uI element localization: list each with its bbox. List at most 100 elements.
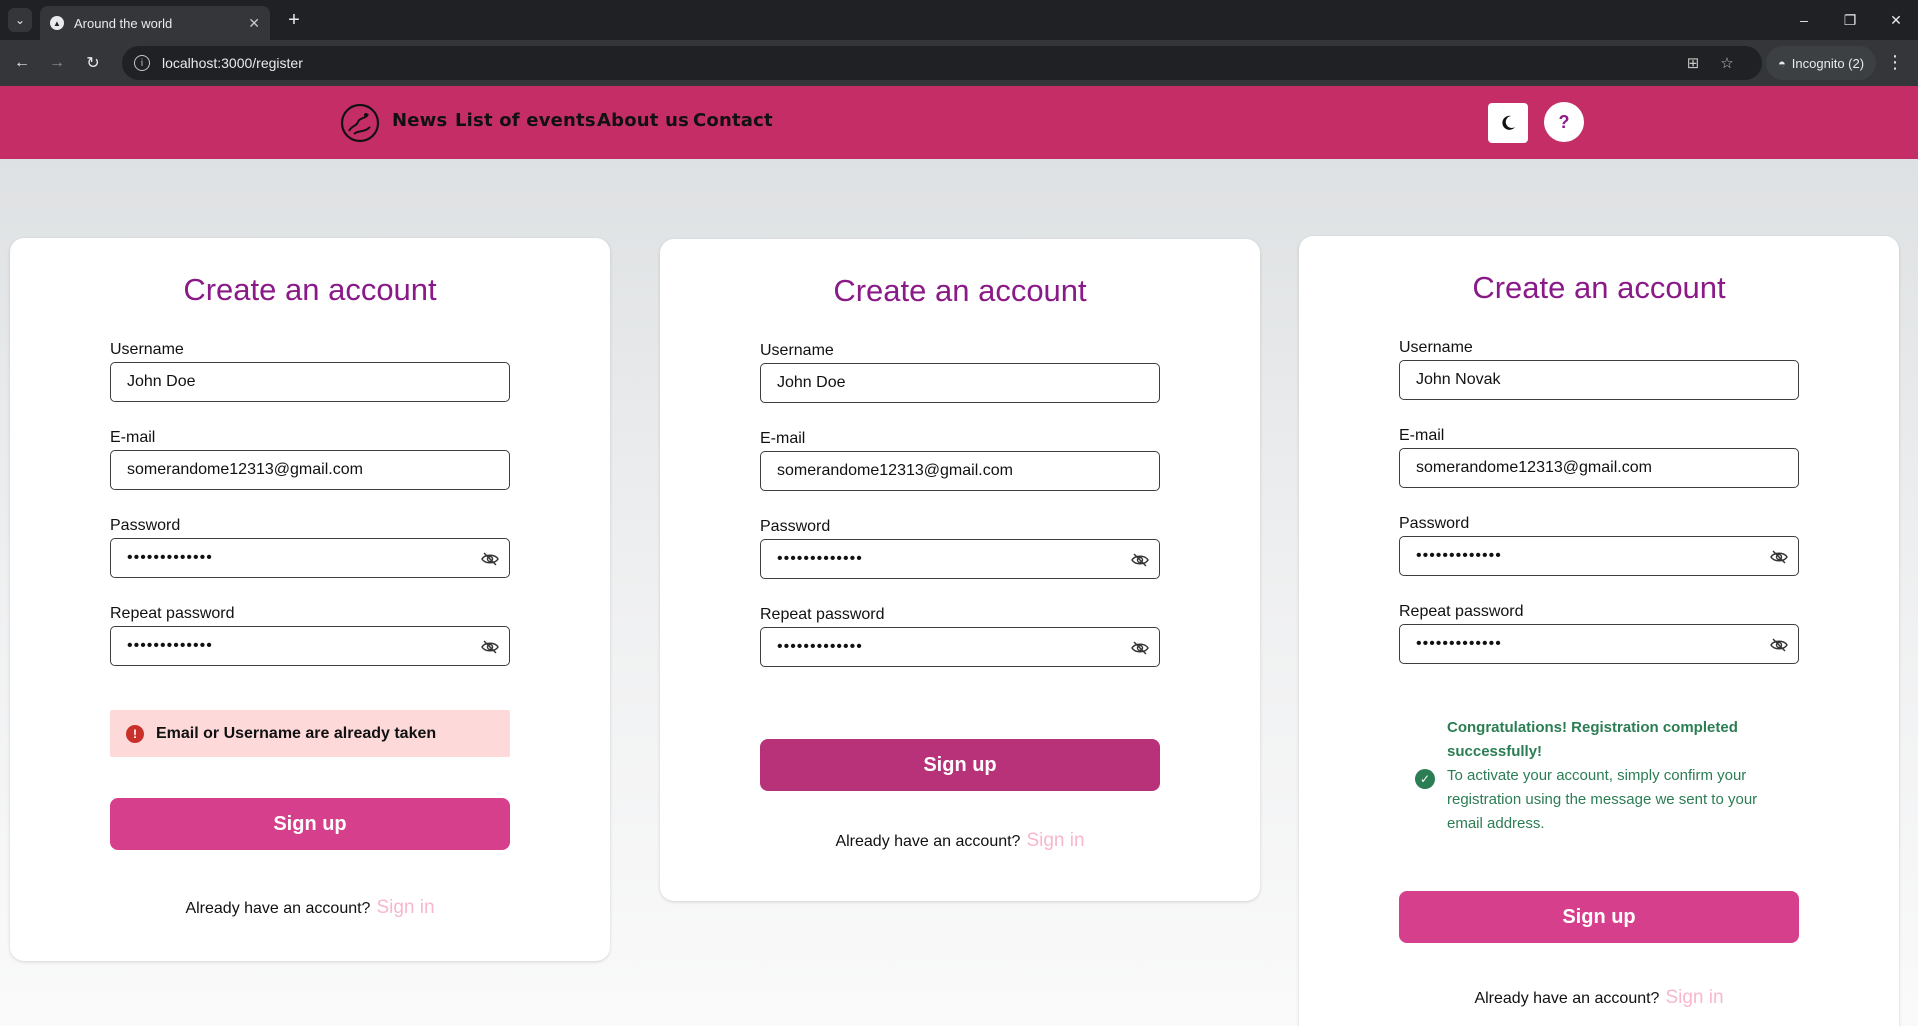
- nav-about-us[interactable]: About us: [597, 110, 689, 131]
- address-bar[interactable]: i localhost:3000/register ⊞ ☆: [122, 46, 1762, 80]
- already-text: Already have an account?: [185, 900, 371, 917]
- username-value: John Novak: [1416, 371, 1501, 388]
- email-input[interactable]: somerandome12313@gmail.com: [1399, 448, 1799, 488]
- new-tab-icon[interactable]: +: [282, 8, 306, 32]
- repeat-password-input[interactable]: •••••••••••••: [760, 627, 1160, 667]
- repeat-password-input[interactable]: •••••••••••••: [110, 626, 510, 666]
- moon-icon: [1502, 115, 1515, 130]
- minimize-icon[interactable]: –: [1784, 8, 1824, 32]
- password-input[interactable]: •••••••••••••: [110, 538, 510, 578]
- check-circle-icon: ✓: [1415, 769, 1435, 789]
- username-input[interactable]: John Doe: [110, 362, 510, 402]
- register-card-success: Create an account Username John Novak E-…: [1299, 236, 1899, 1026]
- kebab-menu-icon[interactable]: ⋮: [1886, 52, 1904, 73]
- repeat-password-label: Repeat password: [1399, 603, 1524, 620]
- nav-news[interactable]: News: [392, 110, 447, 131]
- email-value: somerandome12313@gmail.com: [777, 462, 1013, 479]
- dark-mode-toggle[interactable]: [1488, 103, 1528, 143]
- card-title: Create an account: [1472, 270, 1726, 305]
- repeat-password-value: •••••••••••••: [777, 638, 863, 655]
- username-value: John Doe: [127, 373, 196, 390]
- incognito-label: Incognito (2): [1791, 55, 1865, 71]
- sign-up-button[interactable]: Sign up: [1399, 891, 1799, 943]
- eye-slash-icon[interactable]: [481, 638, 499, 656]
- eye-slash-icon[interactable]: [1770, 548, 1788, 566]
- username-input[interactable]: John Doe: [760, 363, 1160, 403]
- password-value: •••••••••••••: [1416, 547, 1502, 564]
- eye-slash-icon[interactable]: [1131, 639, 1149, 657]
- bookmark-star-icon[interactable]: ☆: [1716, 52, 1738, 74]
- email-value: somerandome12313@gmail.com: [1416, 459, 1652, 476]
- signin-prompt: Already have an account? Sign in: [1299, 987, 1899, 1009]
- nav-list-of-events[interactable]: List of events: [455, 110, 596, 131]
- window-close-icon[interactable]: ✕: [1876, 8, 1916, 32]
- forward-icon[interactable]: →: [45, 51, 69, 75]
- tab-search-icon[interactable]: ⌄: [8, 8, 32, 32]
- incognito-badge[interactable]: ◓ Incognito (2): [1766, 46, 1876, 80]
- translate-icon[interactable]: ⊞: [1682, 52, 1704, 74]
- username-label: Username: [1399, 339, 1473, 356]
- password-input[interactable]: •••••••••••••: [1399, 536, 1799, 576]
- signin-prompt: Already have an account? Sign in: [10, 897, 610, 919]
- restore-icon[interactable]: ❐: [1830, 8, 1870, 32]
- page-content: Create an account Username John Doe E-ma…: [0, 159, 1918, 1026]
- close-icon[interactable]: ✕: [248, 15, 260, 32]
- globe-logo-icon[interactable]: [340, 103, 380, 143]
- repeat-password-value: •••••••••••••: [1416, 635, 1502, 652]
- incognito-icon: ◓: [1777, 55, 1786, 71]
- help-button[interactable]: ?: [1544, 102, 1584, 142]
- success-title-line-1: Congratulations! Registration completed: [1447, 719, 1738, 736]
- sign-up-button[interactable]: Sign up: [760, 739, 1160, 791]
- eye-slash-icon[interactable]: [1770, 636, 1788, 654]
- sign-in-link[interactable]: Sign in: [1665, 987, 1723, 1008]
- already-text: Already have an account?: [835, 833, 1021, 850]
- url-text: localhost:3000/register: [162, 55, 303, 71]
- password-label: Password: [110, 517, 181, 534]
- card-title: Create an account: [833, 273, 1087, 308]
- reload-icon[interactable]: ↻: [81, 51, 105, 75]
- nav-contact[interactable]: Contact: [693, 110, 773, 131]
- sign-in-link[interactable]: Sign in: [376, 897, 434, 918]
- repeat-password-value: •••••••••••••: [127, 637, 213, 654]
- site-info-icon[interactable]: i: [134, 55, 150, 71]
- error-icon: !: [126, 724, 144, 743]
- success-message-line-2: registration using the message we sent t…: [1447, 791, 1758, 808]
- already-text: Already have an account?: [1474, 990, 1660, 1007]
- username-label: Username: [110, 341, 184, 358]
- password-label: Password: [1399, 515, 1470, 532]
- repeat-password-label: Repeat password: [760, 606, 885, 623]
- sign-in-link[interactable]: Sign in: [1026, 830, 1084, 851]
- repeat-password-input[interactable]: •••••••••••••: [1399, 624, 1799, 664]
- password-value: •••••••••••••: [127, 549, 213, 566]
- favicon-icon: ▲: [50, 16, 64, 30]
- browser-tabbar: ⌄ ▲ Around the world ✕ + – ❐ ✕: [0, 0, 1918, 40]
- email-input[interactable]: somerandome12313@gmail.com: [760, 451, 1160, 491]
- browser-toolbar: ← → ↻ i localhost:3000/register ⊞ ☆ ◓ In…: [0, 40, 1918, 86]
- repeat-password-label: Repeat password: [110, 605, 235, 622]
- error-text: Email or Username are already taken: [156, 724, 437, 742]
- email-label: E-mail: [110, 429, 156, 446]
- username-value: John Doe: [777, 374, 846, 391]
- email-value: somerandome12313@gmail.com: [127, 461, 363, 478]
- card-title: Create an account: [183, 272, 437, 307]
- password-label: Password: [760, 518, 831, 535]
- tab-title: Around the world: [74, 15, 173, 31]
- app-header: News List of events About us Contact ?: [0, 86, 1918, 159]
- success-message-line-3: email address.: [1447, 815, 1545, 832]
- eye-slash-icon[interactable]: [481, 550, 499, 568]
- email-label: E-mail: [1399, 427, 1445, 444]
- register-card-error: Create an account Username John Doe E-ma…: [10, 238, 610, 961]
- register-card-default: Create an account Username John Doe E-ma…: [660, 239, 1260, 901]
- username-input[interactable]: John Novak: [1399, 360, 1799, 400]
- password-input[interactable]: •••••••••••••: [760, 539, 1160, 579]
- browser-tab[interactable]: ▲ Around the world ✕: [40, 6, 270, 40]
- email-input[interactable]: somerandome12313@gmail.com: [110, 450, 510, 490]
- eye-slash-icon[interactable]: [1131, 551, 1149, 569]
- success-message-line-1: To activate your account, simply confirm…: [1447, 767, 1747, 784]
- username-label: Username: [760, 342, 834, 359]
- success-title-line-2: successfully!: [1447, 743, 1543, 760]
- email-label: E-mail: [760, 430, 806, 447]
- error-alert: ! Email or Username are already taken: [110, 710, 510, 757]
- back-icon[interactable]: ←: [10, 51, 34, 75]
- sign-up-button[interactable]: Sign up: [110, 798, 510, 850]
